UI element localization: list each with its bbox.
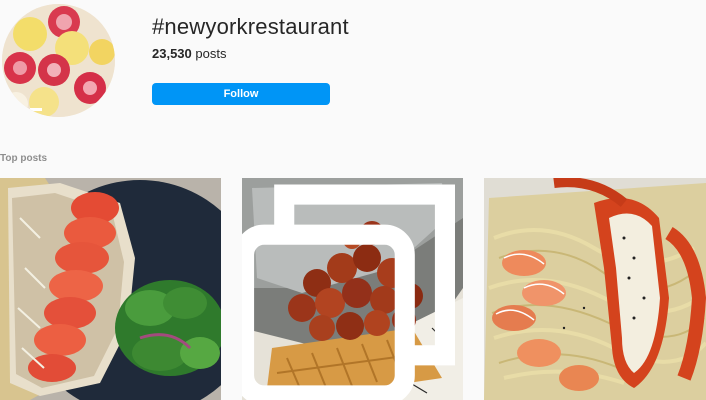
sandwich-photo: [0, 178, 221, 400]
lobster-pasta-photo: [484, 178, 706, 400]
post-count-number: 23,530: [152, 46, 192, 61]
avatar-food-image: [2, 4, 115, 117]
post-count-suffix: posts: [191, 46, 227, 61]
hashtag-title: #newyorkrestaurant: [152, 14, 349, 39]
top-posts-label: Top posts: [0, 153, 48, 164]
follow-button[interactable]: Follow: [152, 83, 330, 105]
top-post-1[interactable]: [0, 178, 221, 400]
carousel-icon: [242, 184, 455, 400]
top-post-2[interactable]: [242, 178, 463, 400]
hashtag-page: #newyorkrestaurant 23,530 posts Follow T…: [0, 0, 706, 400]
top-post-3[interactable]: [484, 178, 706, 400]
post-count: 23,530 posts: [152, 46, 226, 61]
hashtag-avatar: [2, 4, 115, 117]
